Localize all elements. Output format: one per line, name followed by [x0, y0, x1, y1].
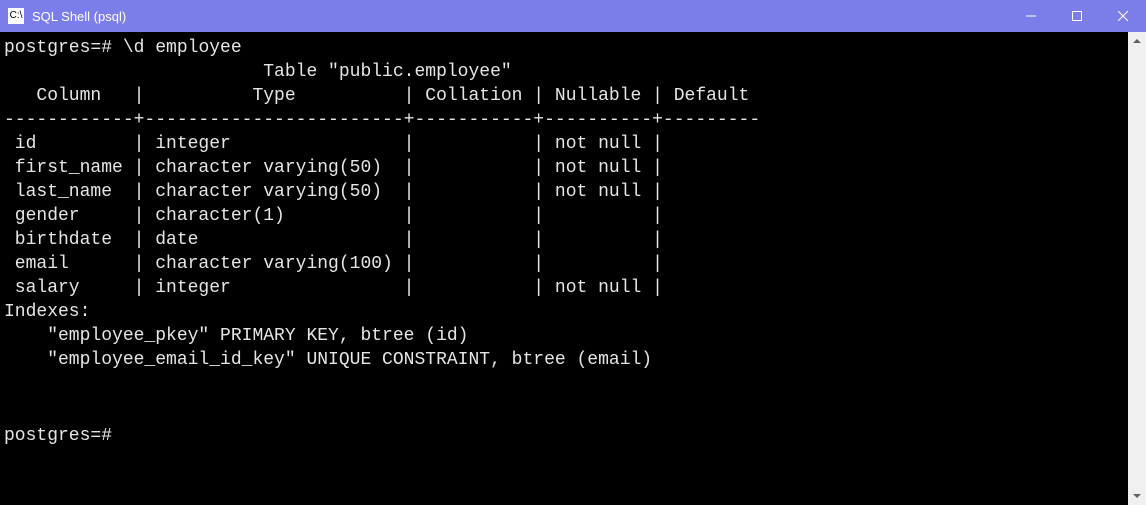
table-row: gender | character(1) | | |: [4, 206, 663, 226]
scrollbar[interactable]: [1128, 32, 1146, 505]
table-row: id | integer | | not null |: [4, 134, 663, 154]
terminal-container: postgres=# \d employee Table "public.emp…: [0, 32, 1146, 505]
maximize-icon: [1072, 11, 1082, 21]
close-button[interactable]: [1100, 0, 1146, 32]
prompt: postgres=#: [4, 426, 112, 446]
chevron-up-icon: [1133, 39, 1141, 43]
minimize-icon: [1026, 11, 1036, 21]
table-row: salary | integer | | not null |: [4, 278, 663, 298]
minimize-button[interactable]: [1008, 0, 1054, 32]
chevron-down-icon: [1133, 494, 1141, 498]
titlebar[interactable]: C:\ SQL Shell (psql): [0, 0, 1146, 32]
table-row: email | character varying(100) | | |: [4, 254, 663, 274]
table-row: birthdate | date | | |: [4, 230, 663, 250]
table-title: Table "public.employee": [4, 62, 512, 82]
maximize-button[interactable]: [1054, 0, 1100, 32]
scroll-up-button[interactable]: [1128, 32, 1146, 50]
indexes-label: Indexes:: [4, 302, 90, 322]
scroll-down-button[interactable]: [1128, 487, 1146, 505]
window-title: SQL Shell (psql): [32, 9, 1008, 24]
command: \d employee: [123, 38, 242, 58]
column-headers: Column | Type | Collation | Nullable | D…: [4, 86, 749, 106]
index-line: "employee_email_id_key" UNIQUE CONSTRAIN…: [4, 350, 652, 370]
table-row: last_name | character varying(50) | | no…: [4, 182, 663, 202]
cursor: [112, 420, 122, 440]
table-row: first_name | character varying(50) | | n…: [4, 158, 663, 178]
close-icon: [1118, 11, 1128, 21]
app-icon: C:\: [8, 8, 24, 24]
app-window: C:\ SQL Shell (psql) postgres=# \d emplo…: [0, 0, 1146, 505]
window-controls: [1008, 0, 1146, 32]
scroll-track[interactable]: [1128, 50, 1146, 487]
prompt: postgres=#: [4, 38, 123, 58]
separator-line: ------------+------------------------+--…: [4, 110, 760, 130]
prompt-icon: C:\: [10, 11, 23, 21]
terminal[interactable]: postgres=# \d employee Table "public.emp…: [0, 32, 1128, 505]
index-line: "employee_pkey" PRIMARY KEY, btree (id): [4, 326, 468, 346]
